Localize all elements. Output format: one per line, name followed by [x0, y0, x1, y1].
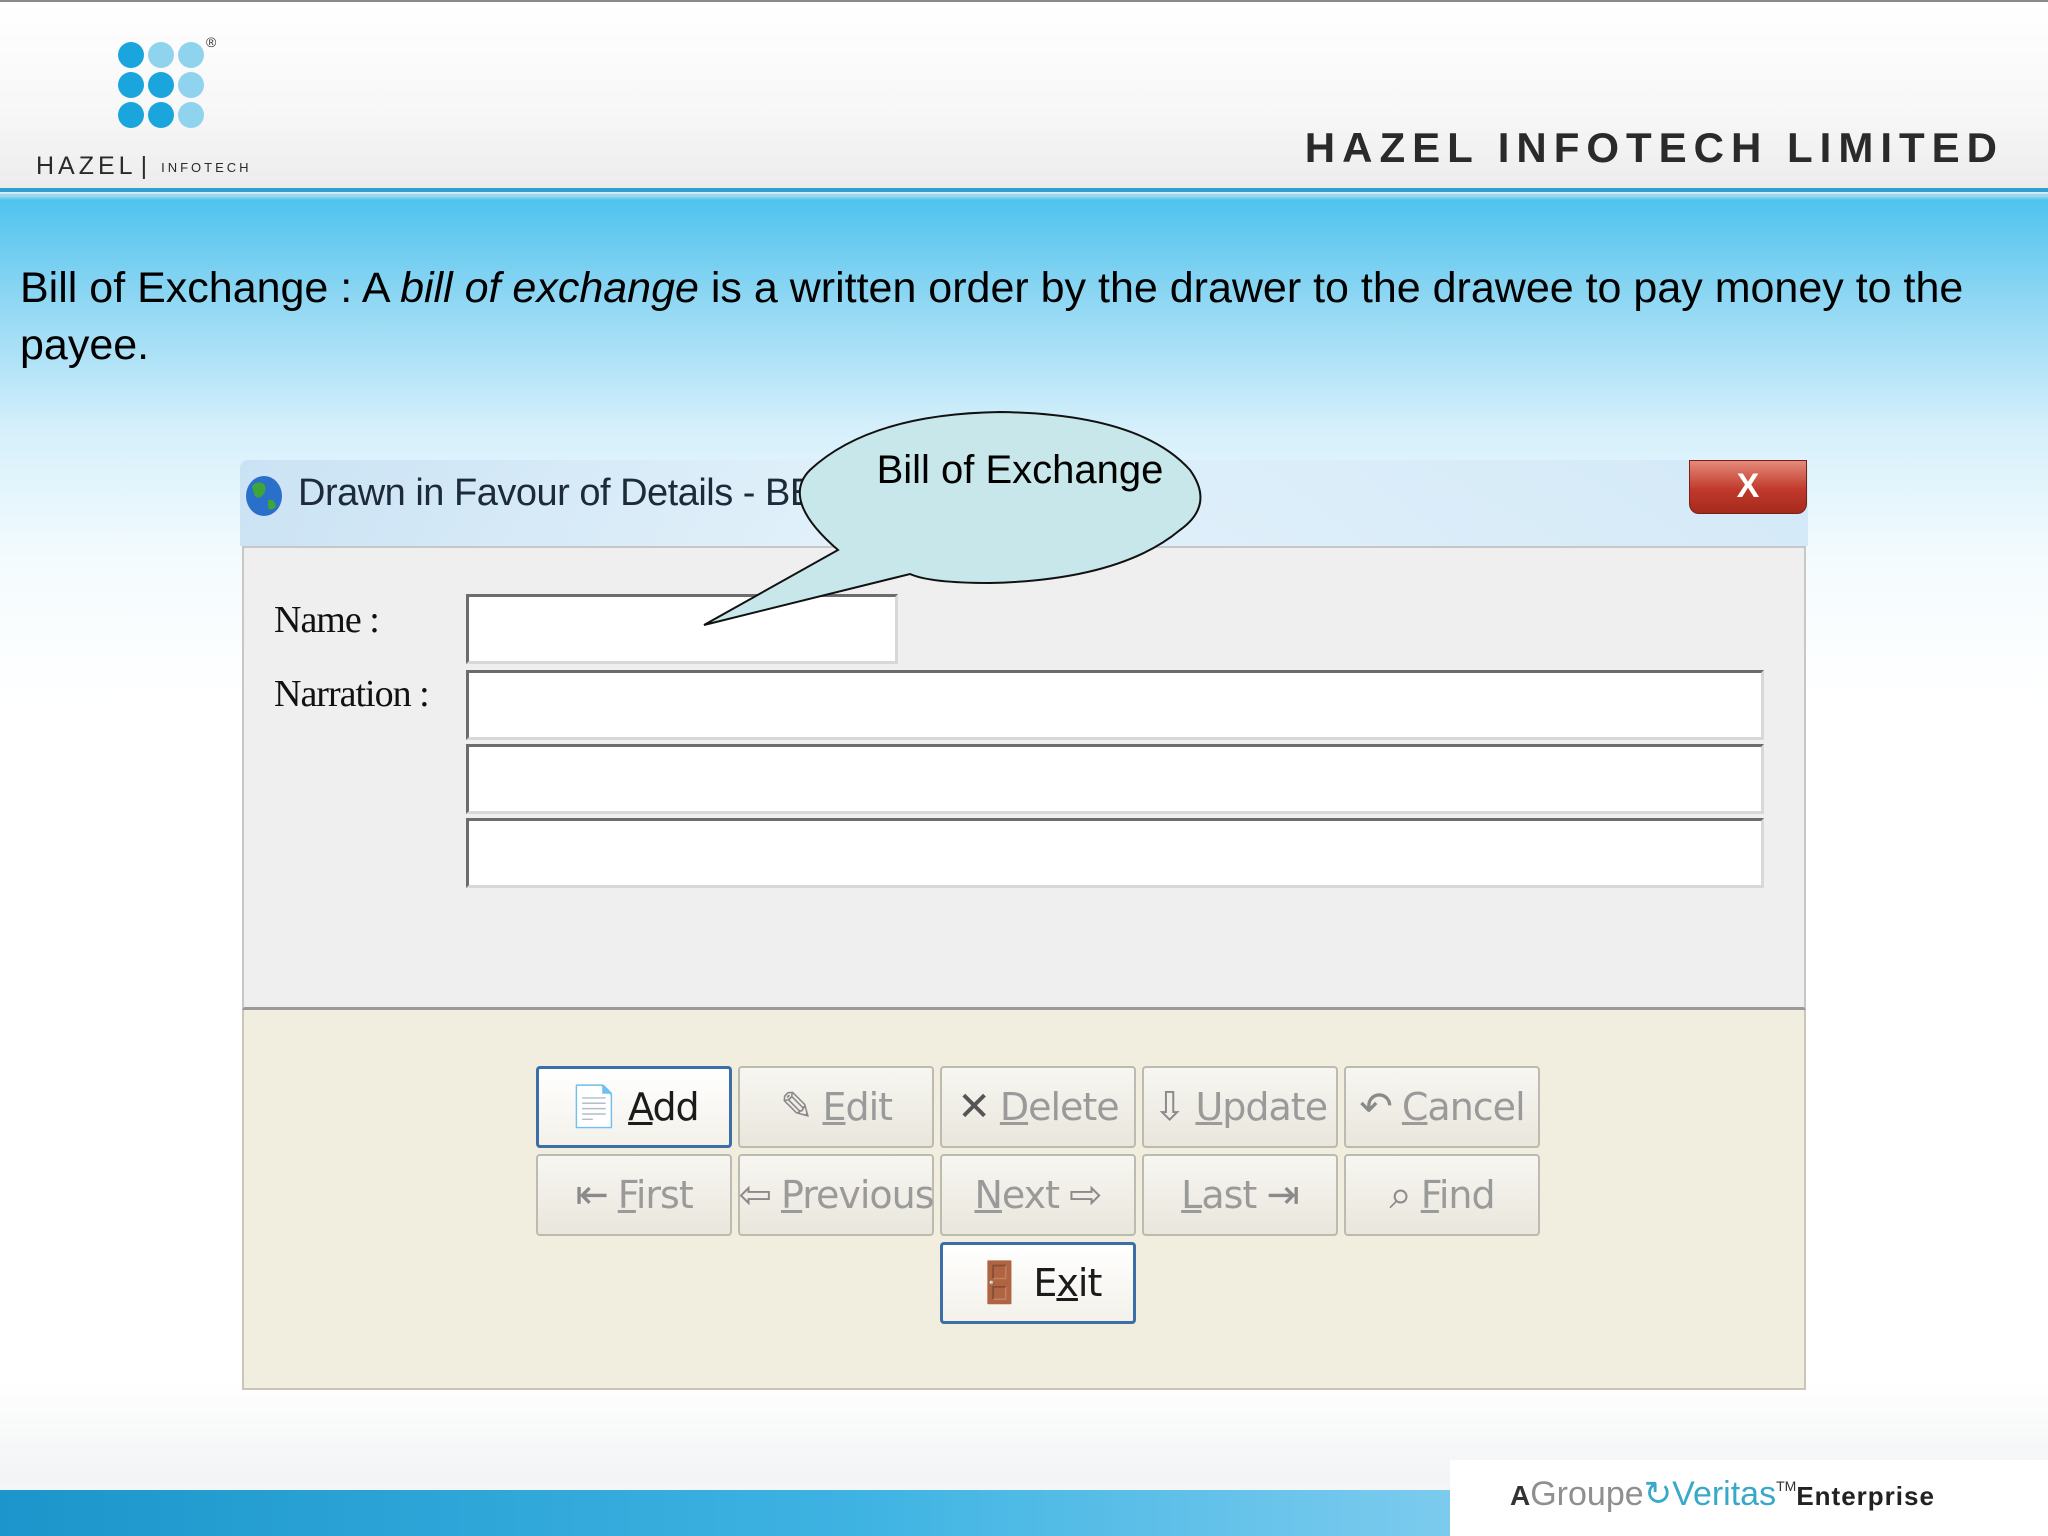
definition-text: Bill of Exchange : A bill of exchange is… — [20, 264, 1964, 369]
callout-text: Bill of Exchange — [876, 448, 1164, 492]
registered-mark: ® — [206, 34, 217, 50]
narration-field-line-2[interactable] — [466, 744, 1764, 814]
groupe-veritas-logo: AGroupe↻VeritasTMEnterprise — [1450, 1460, 2048, 1536]
next-record-icon: ⇨ — [1069, 1172, 1103, 1218]
edit-icon: ✎ — [779, 1084, 814, 1130]
next-button[interactable]: Next ⇨ — [940, 1154, 1136, 1236]
delete-icon: ✕ — [957, 1084, 991, 1130]
find-icon: ⌕ — [1389, 1172, 1411, 1218]
slide-header: ® HAZEL | INFOTECH HAZEL INFOTECH LIMITED — [0, 0, 2048, 190]
last-button[interactable]: Last ⇥ — [1142, 1154, 1338, 1236]
delete-button[interactable]: ✕ Delete — [940, 1066, 1136, 1148]
last-record-icon: ⇥ — [1266, 1172, 1300, 1218]
narration-label: Narration : — [274, 673, 430, 715]
previous-record-icon: ⇦ — [738, 1172, 772, 1218]
globe-icon — [246, 476, 282, 516]
find-button[interactable]: ⌕ Find — [1344, 1154, 1540, 1236]
footer-band — [0, 1490, 1450, 1536]
header-divider — [0, 188, 2048, 192]
veritas-swirl-icon: ↻ — [1643, 1475, 1673, 1513]
previous-button[interactable]: ⇦ Previous — [738, 1154, 935, 1236]
update-button[interactable]: ⇩ Update — [1142, 1066, 1338, 1148]
hazel-logo: ® HAZEL | INFOTECH — [36, 34, 296, 184]
add-button[interactable]: 📄 Add — [536, 1066, 732, 1148]
update-icon: ⇩ — [1152, 1084, 1187, 1130]
narration-field-line-1[interactable] — [466, 670, 1764, 740]
speech-bubble-callout — [703, 410, 1202, 626]
narration-field-line-3[interactable] — [466, 818, 1764, 888]
header-divider-light — [0, 194, 2048, 197]
exit-button[interactable]: 🚪 Exit — [940, 1242, 1136, 1324]
cancel-button[interactable]: ↶ Cancel — [1344, 1066, 1540, 1148]
cancel-icon: ↶ — [1359, 1084, 1393, 1130]
company-name: HAZEL INFOTECH LIMITED — [1304, 124, 2004, 171]
exit-door-icon: 🚪 — [974, 1260, 1025, 1306]
logo-wordmark: HAZEL | INFOTECH — [36, 152, 252, 180]
close-button[interactable]: X — [1689, 460, 1807, 514]
name-label: Name : — [274, 599, 380, 641]
add-document-icon: 📄 — [569, 1084, 619, 1130]
first-record-icon: ⇤ — [575, 1172, 609, 1218]
edit-button[interactable]: ✎ Edit — [738, 1066, 934, 1148]
button-panel: 📄 Add ✎ Edit ✕ Delete ⇩ Update ↶ Cancel … — [242, 1010, 1806, 1390]
first-button[interactable]: ⇤ First — [536, 1154, 732, 1236]
